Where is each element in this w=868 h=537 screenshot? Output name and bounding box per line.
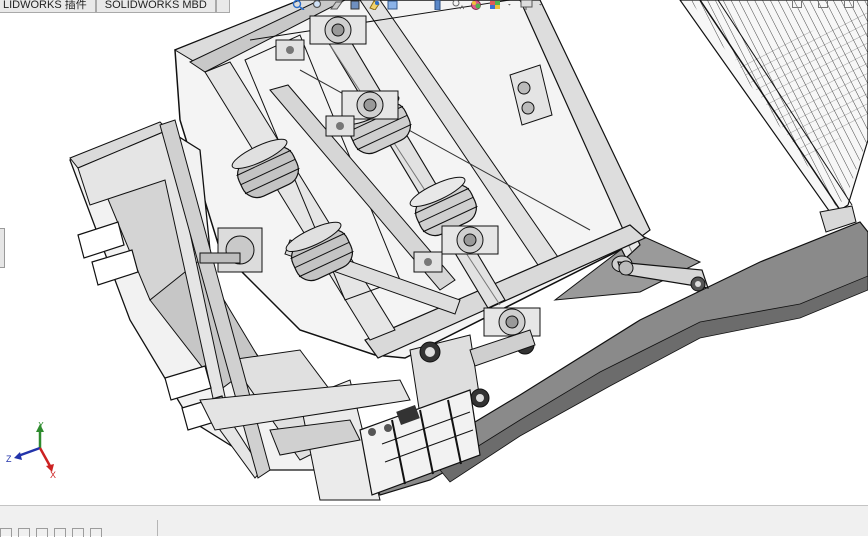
machine-assembly-model[interactable] — [0, 0, 868, 505]
rebuild-icon[interactable] — [0, 528, 12, 537]
heads-up-view-toolbar — [292, 0, 545, 12]
bottom-tool-icons — [0, 528, 102, 537]
minimize-icon[interactable] — [792, 0, 802, 8]
restore-icon[interactable] — [818, 0, 828, 8]
view-orientation-icon[interactable] — [368, 0, 381, 10]
dimension-icon[interactable] — [36, 528, 48, 537]
command-manager-tabs: LIDWORKS 插件 SOLIDWORKS MBD — [0, 0, 230, 13]
tab-more[interactable] — [215, 0, 230, 13]
feature-manager-collapse-handle[interactable] — [0, 228, 5, 268]
appearance-icon[interactable] — [432, 0, 445, 10]
z-axis-label: Z — [6, 454, 12, 464]
section-view-icon[interactable] — [330, 0, 343, 10]
relation-icon[interactable] — [54, 528, 66, 537]
chevron-down-icon[interactable] — [508, 0, 514, 10]
x-axis-label: X — [50, 470, 56, 480]
appearance-ball-icon[interactable] — [470, 0, 483, 10]
graphics-viewport[interactable] — [0, 0, 868, 505]
reference-triad: Y Z X — [6, 422, 56, 480]
z-axis-arrow — [14, 452, 22, 460]
tab-solidworks-mbd[interactable]: SOLIDWORKS MBD — [95, 0, 216, 13]
hide-show-icon[interactable] — [387, 0, 400, 10]
toolbar-divider — [157, 520, 158, 536]
chevron-down-icon[interactable] — [539, 0, 545, 10]
grid-icon[interactable] — [72, 528, 84, 537]
mesh-conveyor — [679, 0, 868, 233]
window-controls — [792, 0, 854, 8]
scene-icon[interactable] — [451, 0, 464, 10]
zoom-area-icon[interactable] — [311, 0, 324, 10]
sketch-icon[interactable] — [18, 528, 30, 537]
x-axis-line — [38, 447, 52, 467]
monitor-icon[interactable] — [520, 0, 533, 10]
y-axis-label: Y — [38, 422, 44, 430]
tab-solidworks-addins[interactable]: LIDWORKS 插件 — [0, 0, 96, 13]
z-axis-line — [17, 446, 41, 458]
zoom-to-fit-icon[interactable] — [292, 0, 305, 10]
bottom-toolbar — [0, 505, 868, 537]
scene-cube-icon[interactable] — [489, 0, 502, 10]
close-icon[interactable] — [844, 0, 854, 8]
display-style-icon[interactable] — [349, 0, 362, 10]
arrow-icon[interactable] — [90, 528, 102, 537]
